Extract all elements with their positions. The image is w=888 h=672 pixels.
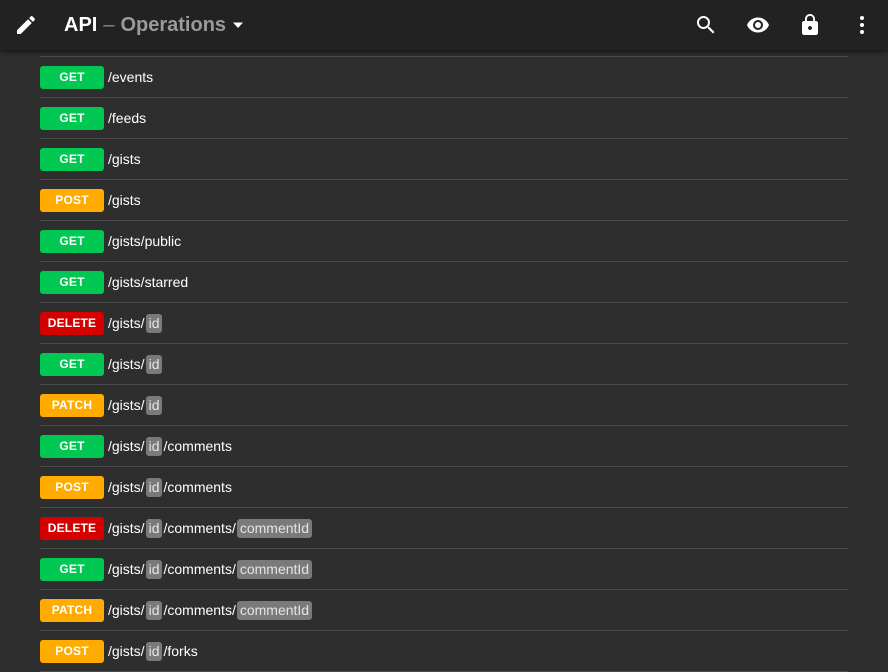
method-badge-patch: PATCH (40, 393, 104, 417)
page-title-dropdown[interactable]: API – Operations (64, 0, 244, 50)
section-title: Operations (120, 13, 227, 36)
operation-row[interactable]: GET/gists/id/comments (40, 426, 848, 467)
path-segment: /comments/ (163, 520, 236, 536)
operation-row[interactable]: GET/gists (40, 139, 848, 180)
path-parameter: id (145, 354, 163, 374)
operation-path: /feeds (108, 110, 146, 126)
operation-row[interactable]: PATCH/gists/id/comments/commentId (40, 590, 848, 631)
operation-row[interactable]: DELETE/gists/id (40, 303, 848, 344)
path-parameter: id (145, 600, 163, 620)
operation-row[interactable]: GET/gists/id (40, 344, 848, 385)
operation-path: /events (108, 69, 153, 85)
path-parameter: commentId (236, 600, 313, 620)
path-parameter: id (145, 395, 163, 415)
app-bar: API – Operations (0, 0, 888, 50)
operation-path: /gists/id (108, 354, 163, 374)
path-segment: /gists/ (108, 356, 145, 372)
operation-row[interactable]: GET/gists/public (40, 221, 848, 262)
method-badge-delete: DELETE (40, 516, 104, 540)
operation-row[interactable]: POST/gists (40, 180, 848, 221)
method-badge-patch: PATCH (40, 598, 104, 622)
method-badge-get: GET (40, 434, 104, 458)
path-segment: /gists/ (108, 438, 145, 454)
path-segment: /comments/ (163, 602, 236, 618)
path-parameter: id (145, 436, 163, 456)
path-segment: /comments/ (163, 561, 236, 577)
operation-path: /gists/id/forks (108, 641, 198, 661)
path-segment: /gists/ (108, 643, 145, 659)
path-segment: /feeds (108, 110, 147, 126)
path-segment: /gists/ (108, 520, 145, 536)
operation-path: /gists/id/comments/commentId (108, 518, 313, 538)
path-segment: /gists/ (108, 315, 145, 331)
chevron-down-icon (233, 22, 244, 28)
method-badge-get: GET (40, 65, 104, 89)
operation-row[interactable]: GET/feeds (40, 98, 848, 139)
method-badge-post: POST (40, 188, 104, 212)
path-segment: /gists (108, 151, 141, 167)
method-badge-get: GET (40, 147, 104, 171)
operation-row[interactable]: DELETE/gists/id/comments/commentId (40, 508, 848, 549)
operation-path: /gists (108, 151, 141, 167)
operation-row[interactable]: GET/gists/starred (40, 262, 848, 303)
lock-icon[interactable] (790, 0, 830, 50)
path-segment: /comments (163, 438, 232, 454)
path-segment: /gists/ (108, 397, 145, 413)
operation-row[interactable]: POST/gists/id/comments (40, 467, 848, 508)
path-parameter: id (145, 641, 163, 661)
operation-path: /gists/id/comments (108, 477, 232, 497)
edit-icon[interactable] (6, 0, 46, 50)
operation-path: /gists/id/comments (108, 436, 232, 456)
path-parameter: id (145, 559, 163, 579)
title-separator: – (103, 13, 115, 36)
operation-path: /gists/id (108, 395, 163, 415)
operations-list: GET/GET/eventsGET/feedsGET/gistsPOST/gis… (40, 16, 848, 672)
path-segment: /forks (163, 643, 198, 659)
method-badge-delete: DELETE (40, 311, 104, 335)
method-badge-get: GET (40, 229, 104, 253)
path-segment: /gists/ (108, 602, 145, 618)
method-badge-get: GET (40, 352, 104, 376)
operation-path: /gists/id/comments/commentId (108, 559, 313, 579)
path-segment: /comments (163, 479, 232, 495)
visibility-icon[interactable] (738, 0, 778, 50)
method-badge-get: GET (40, 557, 104, 581)
app-title: API (64, 13, 98, 36)
path-segment: /gists/starred (108, 274, 189, 290)
path-segment: /gists (108, 192, 141, 208)
path-segment: /gists/ (108, 479, 145, 495)
operation-row[interactable]: GET/gists/id/comments/commentId (40, 549, 848, 590)
path-segment: /gists/public (108, 233, 182, 249)
operation-path: /gists/id (108, 313, 163, 333)
method-badge-get: GET (40, 106, 104, 130)
operation-path: /gists/starred (108, 274, 188, 290)
path-parameter: id (145, 313, 163, 333)
path-parameter: id (145, 477, 163, 497)
path-parameter: commentId (236, 559, 313, 579)
path-segment: /gists/ (108, 561, 145, 577)
operation-path: /gists/id/comments/commentId (108, 600, 313, 620)
search-icon[interactable] (686, 0, 726, 50)
method-badge-get: GET (40, 270, 104, 294)
operation-path: /gists (108, 192, 141, 208)
path-parameter: id (145, 518, 163, 538)
method-badge-post: POST (40, 475, 104, 499)
operation-row[interactable]: PATCH/gists/id (40, 385, 848, 426)
path-segment: /events (108, 69, 154, 85)
method-badge-post: POST (40, 639, 104, 663)
path-parameter: commentId (236, 518, 313, 538)
operation-row[interactable]: GET/events (40, 57, 848, 98)
operation-path: /gists/public (108, 233, 181, 249)
more-vert-icon[interactable] (842, 0, 882, 50)
